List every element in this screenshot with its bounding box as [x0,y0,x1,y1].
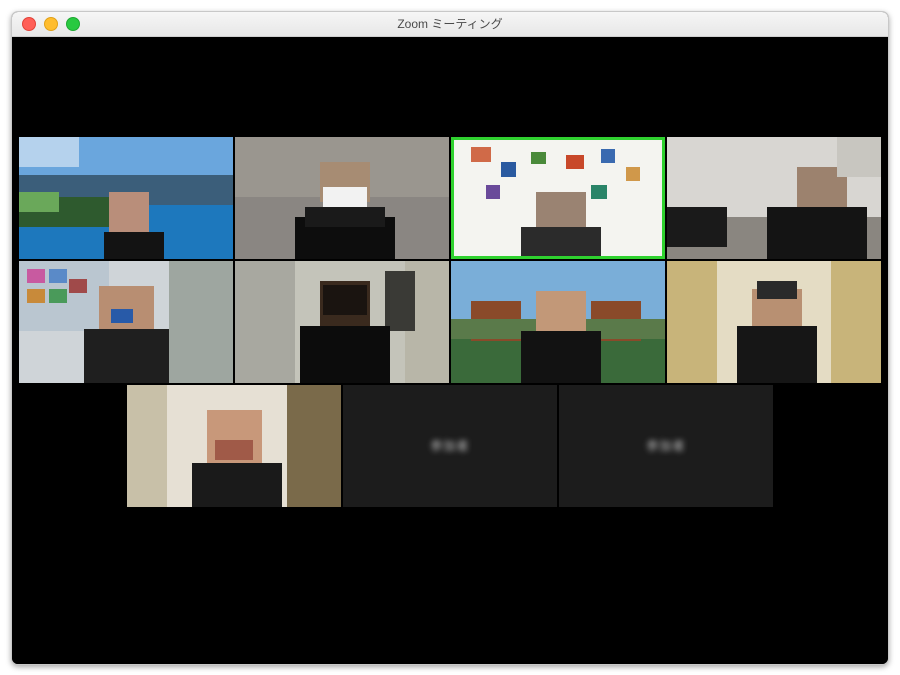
video-thumb-icon [235,261,449,383]
participant-tile[interactable] [19,261,233,383]
participant-name-label: 参加者 [430,437,469,454]
video-thumb-icon [127,385,341,507]
participant-tile[interactable] [451,261,665,383]
participant-tile[interactable] [667,261,881,383]
close-icon[interactable] [22,17,36,31]
video-thumb-icon [667,261,881,383]
gallery-view: 参加者 参加者 [12,37,888,664]
titlebar[interactable]: Zoom ミーティング [12,12,888,37]
participant-tile[interactable]: 参加者 [559,385,773,507]
maximize-icon[interactable] [66,17,80,31]
minimize-icon[interactable] [44,17,58,31]
participant-tile[interactable] [127,385,341,507]
participant-name-label: 参加者 [646,437,685,454]
video-thumb-icon [19,137,233,259]
video-thumb-icon [451,261,665,383]
video-thumb-icon [667,137,881,259]
participant-tile[interactable] [235,261,449,383]
participant-tile[interactable] [667,137,881,259]
participant-tile[interactable]: 参加者 [343,385,557,507]
video-thumb-icon [235,137,449,259]
video-thumb-icon [19,261,233,383]
video-thumb-icon [451,137,665,259]
window-title: Zoom ミーティング [12,15,888,32]
app-window: Zoom ミーティング [11,11,889,665]
participant-tile[interactable] [451,137,665,259]
window-controls [22,17,80,31]
participant-tile[interactable] [19,137,233,259]
participant-tile[interactable] [235,137,449,259]
